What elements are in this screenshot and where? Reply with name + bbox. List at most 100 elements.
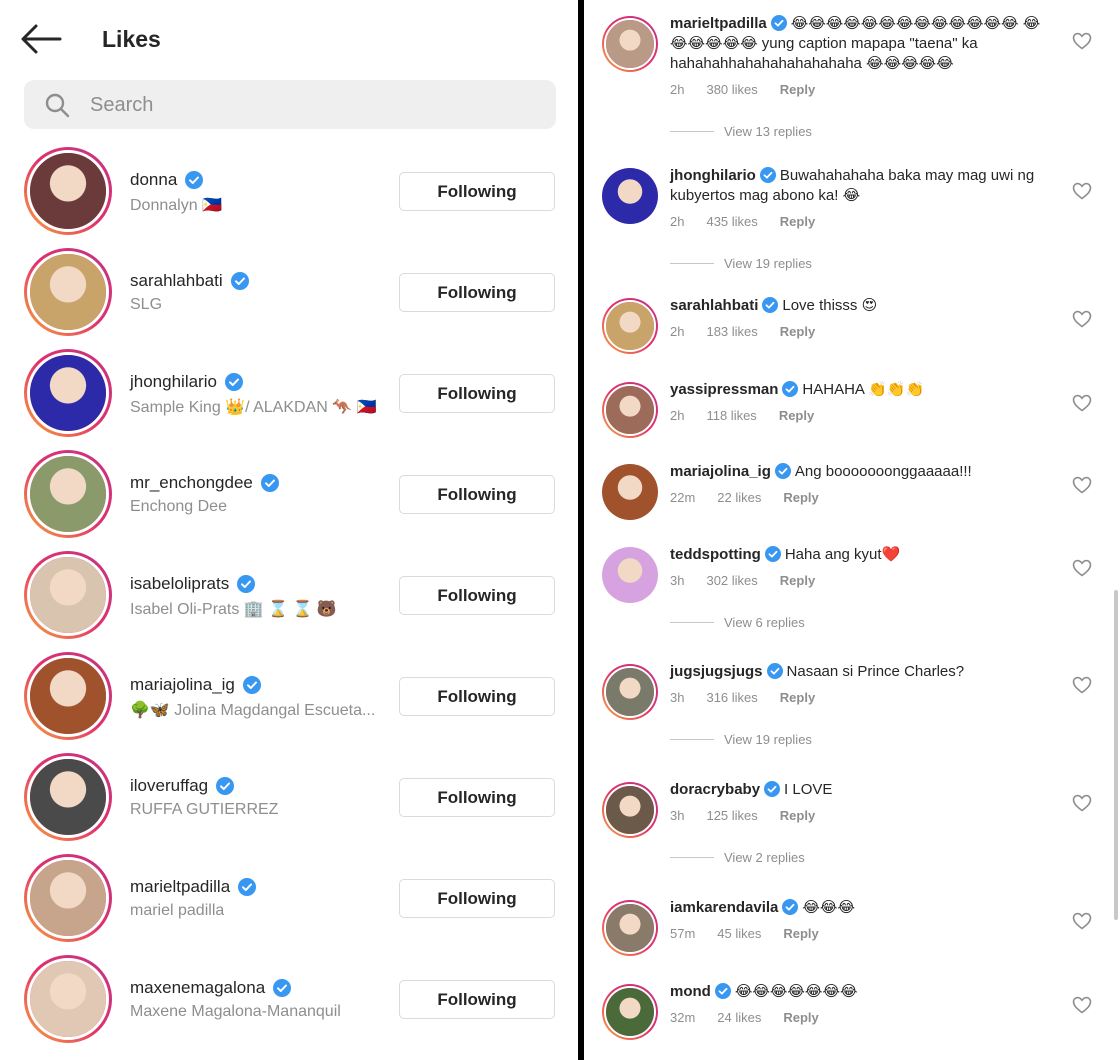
comment-username[interactable]: iamkarendavila xyxy=(670,899,802,916)
avatar[interactable] xyxy=(24,854,112,942)
comment-likes[interactable]: 45 likes xyxy=(717,926,761,941)
heart-icon[interactable] xyxy=(1072,794,1092,812)
verified-badge-icon xyxy=(242,676,261,694)
username[interactable]: iloveruffag xyxy=(130,776,235,796)
comment-body: Nasaan si Prince Charles? xyxy=(786,663,965,680)
reply-button[interactable]: Reply xyxy=(780,808,815,823)
view-replies-link[interactable]: View 2 replies xyxy=(670,850,805,865)
comment-meta: 2h 380 likes Reply xyxy=(670,82,815,97)
comment-username[interactable]: sarahlahbati xyxy=(670,297,782,314)
avatar[interactable] xyxy=(602,298,658,354)
avatar[interactable] xyxy=(602,782,658,838)
comment-username[interactable]: jugsjugsjugs xyxy=(670,663,787,680)
reply-button[interactable]: Reply xyxy=(783,926,818,941)
avatar[interactable] xyxy=(24,551,112,639)
page-title: Likes xyxy=(102,26,161,52)
comment-likes[interactable]: 435 likes xyxy=(706,214,757,229)
comment-likes[interactable]: 183 likes xyxy=(706,324,757,339)
heart-icon[interactable] xyxy=(1072,476,1092,494)
username[interactable]: maxenemagalona xyxy=(130,978,292,998)
view-replies-link[interactable]: View 19 replies xyxy=(670,732,812,747)
avatar[interactable] xyxy=(24,147,112,235)
avatar[interactable] xyxy=(602,547,658,603)
username-text: isabeloliprats xyxy=(130,574,230,593)
comment-username[interactable]: mond xyxy=(670,983,735,1000)
heart-icon[interactable] xyxy=(1072,996,1092,1014)
following-button[interactable]: Following xyxy=(399,677,555,716)
verified-badge-icon xyxy=(230,272,249,290)
comment-username[interactable]: teddspotting xyxy=(670,546,785,563)
comment-username[interactable]: mariajolina_ig xyxy=(670,463,795,480)
reply-button[interactable]: Reply xyxy=(779,408,814,423)
username[interactable]: jhonghilario xyxy=(130,372,243,392)
comment-username[interactable]: marieltpadilla xyxy=(670,15,791,32)
comment-body: I LOVE xyxy=(784,781,833,798)
comment-meta: 3h 316 likes Reply xyxy=(670,690,815,705)
following-button[interactable]: Following xyxy=(399,879,555,918)
verified-badge-icon xyxy=(774,463,791,479)
avatar[interactable] xyxy=(24,248,112,336)
heart-icon[interactable] xyxy=(1072,32,1092,50)
heart-icon[interactable] xyxy=(1072,912,1092,930)
avatar[interactable] xyxy=(602,382,658,438)
verified-badge-icon xyxy=(238,878,257,896)
comment-username[interactable]: yassipressman xyxy=(670,381,802,398)
username[interactable]: isabeloliprats xyxy=(130,574,256,594)
comment-likes[interactable]: 302 likes xyxy=(706,573,757,588)
comment-likes[interactable]: 316 likes xyxy=(706,690,757,705)
reply-button[interactable]: Reply xyxy=(780,214,815,229)
username[interactable]: mr_enchongdee xyxy=(130,473,279,493)
reply-button[interactable]: Reply xyxy=(783,1010,818,1025)
back-arrow-icon[interactable] xyxy=(18,22,62,56)
avatar[interactable] xyxy=(602,16,658,72)
comment-likes[interactable]: 22 likes xyxy=(717,490,761,505)
following-button[interactable]: Following xyxy=(399,576,555,615)
comment-text: iamkarendavila 😂😂😂 xyxy=(670,898,1042,918)
following-button[interactable]: Following xyxy=(399,778,555,817)
reply-button[interactable]: Reply xyxy=(780,82,815,97)
avatar[interactable] xyxy=(602,168,658,224)
heart-icon[interactable] xyxy=(1072,310,1092,328)
comment-username[interactable]: doracrybaby xyxy=(670,781,784,798)
avatar[interactable] xyxy=(602,464,658,520)
username[interactable]: mariajolina_ig xyxy=(130,675,261,695)
avatar[interactable] xyxy=(24,955,112,1043)
comment-username[interactable]: jhonghilario xyxy=(670,167,780,184)
search-input[interactable] xyxy=(90,91,530,119)
username[interactable]: sarahlahbati xyxy=(130,271,249,291)
avatar[interactable] xyxy=(602,984,658,1040)
heart-icon[interactable] xyxy=(1072,559,1092,577)
avatar[interactable] xyxy=(24,652,112,740)
comment-text: marieltpadilla 😂😂😂😂😂😂😂😂😂😂😂😂😂 😂😂😂😂😂😂 yung … xyxy=(670,14,1042,74)
comment-meta: 22m 22 likes Reply xyxy=(670,490,819,505)
comments-panel: marieltpadilla 😂😂😂😂😂😂😂😂😂😂😂😂😂 😂😂😂😂😂😂 yung … xyxy=(584,0,1120,1060)
comment-likes[interactable]: 24 likes xyxy=(717,1010,761,1025)
following-button[interactable]: Following xyxy=(399,980,555,1019)
view-replies-link[interactable]: View 19 replies xyxy=(670,256,812,271)
avatar[interactable] xyxy=(602,900,658,956)
view-replies-link[interactable]: View 13 replies xyxy=(670,124,812,139)
reply-button[interactable]: Reply xyxy=(780,324,815,339)
view-replies-link[interactable]: View 6 replies xyxy=(670,615,805,630)
reply-button[interactable]: Reply xyxy=(780,690,815,705)
following-button[interactable]: Following xyxy=(399,273,555,312)
comment-likes[interactable]: 118 likes xyxy=(706,408,756,423)
reply-button[interactable]: Reply xyxy=(783,490,818,505)
username[interactable]: donna xyxy=(130,170,204,190)
comment-likes[interactable]: 125 likes xyxy=(706,808,757,823)
heart-icon[interactable] xyxy=(1072,182,1092,200)
comment-likes[interactable]: 380 likes xyxy=(706,82,757,97)
search-bar[interactable] xyxy=(24,80,556,129)
following-button[interactable]: Following xyxy=(399,172,555,211)
reply-button[interactable]: Reply xyxy=(780,573,815,588)
heart-icon[interactable] xyxy=(1072,394,1092,412)
scrollbar[interactable] xyxy=(1114,590,1118,920)
following-button[interactable]: Following xyxy=(399,475,555,514)
avatar[interactable] xyxy=(24,349,112,437)
heart-icon[interactable] xyxy=(1072,676,1092,694)
avatar[interactable] xyxy=(24,753,112,841)
following-button[interactable]: Following xyxy=(399,374,555,413)
username[interactable]: marieltpadilla xyxy=(130,877,257,897)
avatar[interactable] xyxy=(602,664,658,720)
avatar[interactable] xyxy=(24,450,112,538)
